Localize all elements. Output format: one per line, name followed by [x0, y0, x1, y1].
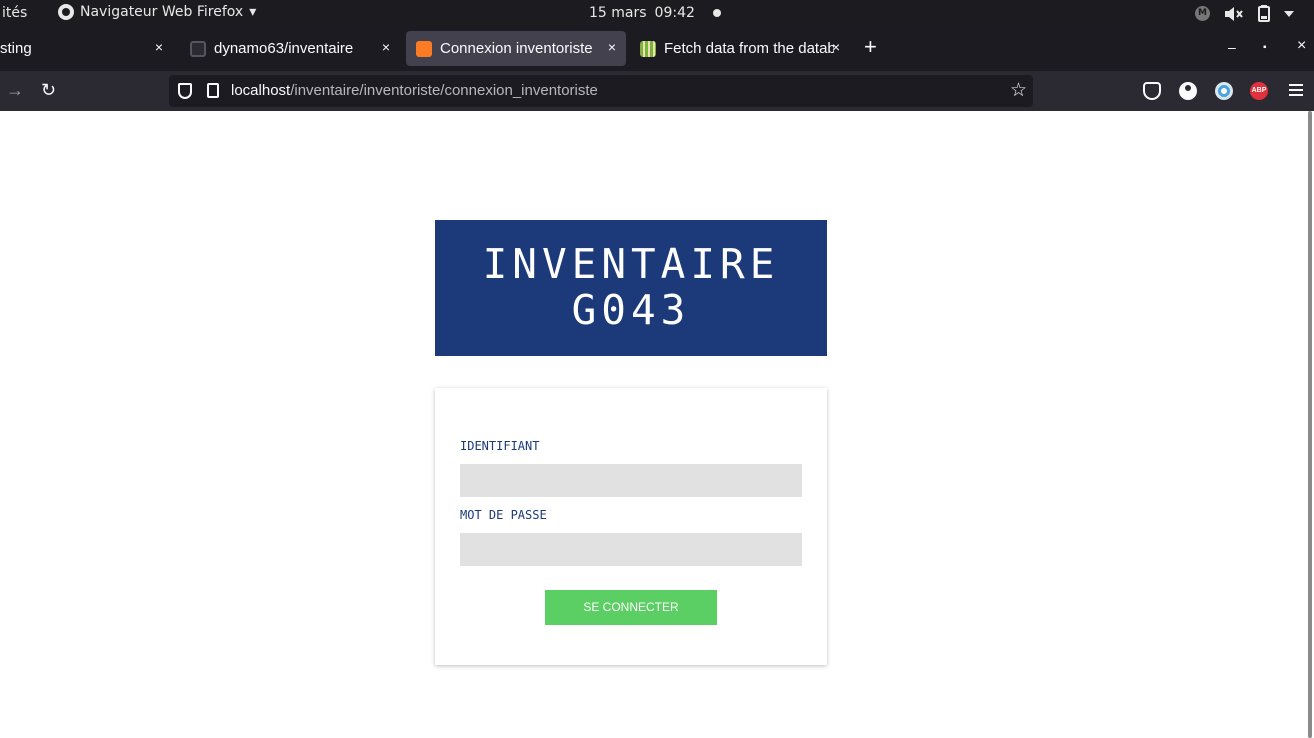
page-content: INVENTAIRE G043 IDENTIFIANT MOT DE PASSE… — [0, 111, 1314, 738]
battery-icon[interactable] — [1258, 5, 1270, 22]
reload-button[interactable]: ↻ — [41, 80, 56, 100]
clock-date: 15 mars — [589, 5, 647, 21]
url-bar[interactable]: localhost/inventaire/inventoriste/connex… — [169, 75, 1033, 107]
book-icon — [640, 40, 656, 57]
adblock-plus-icon[interactable]: ABP — [1250, 82, 1268, 100]
password-label: MOT DE PASSE — [460, 508, 547, 522]
firefox-icon — [58, 4, 74, 20]
tracking-protection-shield-icon[interactable] — [178, 83, 192, 99]
system-tray[interactable]: M — [1195, 5, 1294, 22]
scrollbar[interactable] — [1308, 111, 1312, 738]
bookmark-star-icon[interactable]: ☆ — [1010, 79, 1027, 102]
url-path: /inventaire/inventoriste/connexion_inven… — [290, 82, 598, 99]
close-icon[interactable]: × — [155, 39, 163, 55]
volume-muted-icon[interactable] — [1224, 6, 1244, 22]
close-icon[interactable]: × — [832, 39, 840, 55]
tab-title: Fetch data from the datab — [664, 40, 834, 57]
banner-subtitle: G043 — [571, 286, 691, 334]
url-text[interactable]: localhost/inventaire/inventoriste/connex… — [231, 82, 598, 99]
m-indicator-icon[interactable]: M — [1195, 6, 1210, 21]
banner-title: INVENTAIRE — [482, 240, 780, 288]
tab-connexion-inventoriste[interactable]: Connexion inventoriste × — [406, 31, 626, 66]
url-host: localhost — [231, 82, 291, 99]
minimize-button[interactable]: – — [1228, 39, 1236, 55]
tab-title: Connexion inventoriste — [440, 40, 593, 57]
clock-time: 09:42 — [654, 5, 695, 21]
hamburger-menu-icon[interactable] — [1289, 84, 1303, 96]
close-icon[interactable]: × — [608, 39, 616, 55]
close-window-button[interactable]: × — [1297, 37, 1306, 55]
close-icon[interactable]: × — [382, 39, 390, 55]
password-input[interactable] — [460, 533, 802, 566]
login-button[interactable]: SE CONNECTER — [545, 590, 717, 625]
username-label: IDENTIFIANT — [460, 439, 540, 453]
tab-sting[interactable]: sting × — [0, 31, 173, 66]
tab-strip: sting × dynamo63/inventaire × Connexion … — [0, 27, 1314, 71]
account-icon[interactable] — [1179, 82, 1197, 100]
login-form: IDENTIFIANT MOT DE PASSE SE CONNECTER — [435, 388, 827, 665]
page-info-icon[interactable] — [207, 83, 219, 98]
system-top-bar: ités Navigateur Web Firefox ▾ 15 mars 09… — [0, 0, 1314, 27]
chevron-down-icon: ▾ — [249, 4, 257, 20]
pocket-icon[interactable] — [1143, 82, 1161, 100]
tab-title: sting — [0, 40, 32, 57]
tab-title: dynamo63/inventaire — [214, 40, 354, 57]
forward-button[interactable]: → — [6, 80, 24, 100]
tab-fetch-data[interactable]: Fetch data from the datab × — [630, 31, 850, 66]
activities-button[interactable]: ités — [2, 5, 27, 21]
clock[interactable]: 15 mars 09:42 — [589, 5, 721, 21]
tab-dynamo63-inventaire[interactable]: dynamo63/inventaire × — [180, 31, 400, 66]
app-menu-label: Navigateur Web Firefox — [80, 4, 244, 20]
new-tab-button[interactable]: + — [864, 36, 877, 58]
extension-icon[interactable] — [1215, 82, 1233, 100]
power-menu-arrow-icon[interactable] — [1284, 10, 1294, 18]
notification-dot-icon — [712, 9, 721, 17]
app-menu[interactable]: Navigateur Web Firefox ▾ — [58, 4, 256, 20]
app-title-banner: INVENTAIRE G043 — [435, 220, 827, 356]
maximize-button[interactable]: ▪ — [1263, 42, 1267, 53]
github-icon — [190, 40, 206, 57]
username-input[interactable] — [460, 464, 802, 497]
xampp-icon — [416, 40, 432, 57]
navigation-toolbar: → ↻ localhost/inventaire/inventoriste/co… — [0, 71, 1314, 111]
